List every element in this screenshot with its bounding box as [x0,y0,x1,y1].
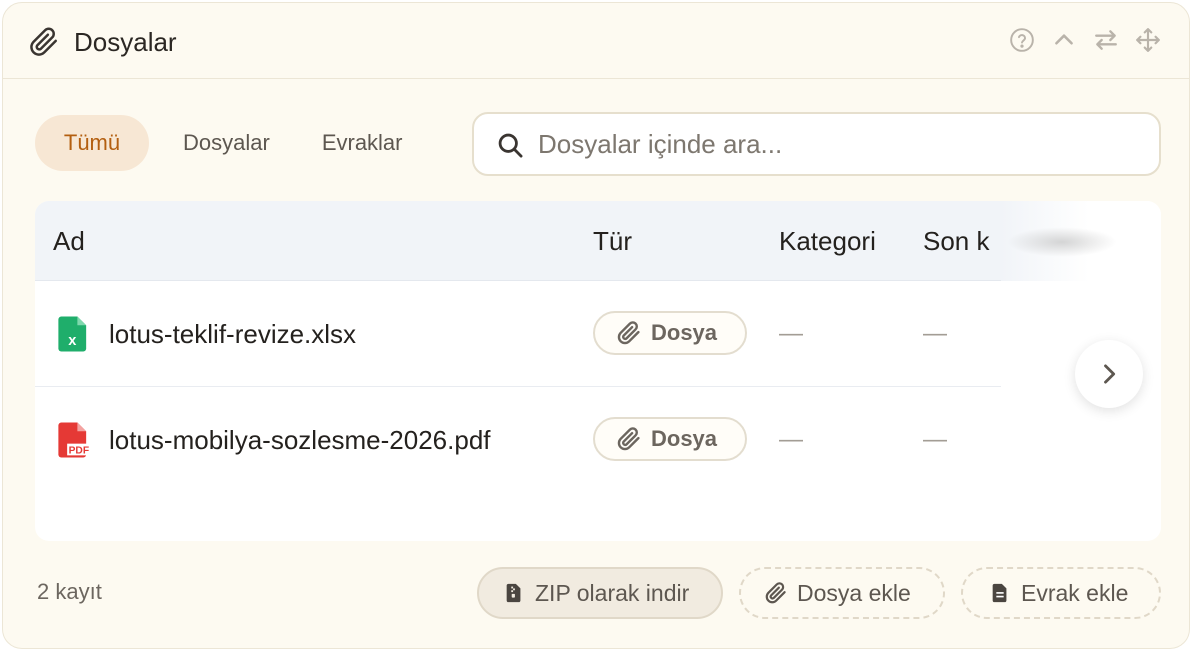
zip-file-icon [506,583,521,603]
paperclip-icon [30,27,57,56]
help-icon [1010,28,1034,52]
help-button[interactable] [1009,27,1035,53]
zip-download-label: ZIP olarak indir [535,579,690,606]
document-icon [992,583,1007,603]
chevron-up-icon [1055,34,1073,45]
scroll-right-button[interactable] [1075,340,1143,408]
svg-text:x: x [68,333,77,349]
paperclip-icon [765,582,786,604]
category-cell: — [779,426,803,453]
tab-documents[interactable]: Evraklar [298,115,427,171]
panel-title: Dosyalar [74,27,177,57]
type-badge-label: Dosya [651,426,718,451]
add-document-label: Evrak ekle [1021,579,1129,606]
type-badge: Dosya [593,417,747,461]
file-name[interactable]: lotus-teklif-revize.xlsx [109,281,356,387]
tab-all[interactable]: Tümü [35,115,149,171]
collapse-button[interactable] [1051,27,1077,53]
column-header-category[interactable]: Kategori [779,201,876,281]
blurred-column-header [1007,227,1117,257]
move-icon [1136,28,1160,52]
search-icon [498,133,523,158]
zip-download-button[interactable]: ZIP olarak indir [477,567,723,619]
last-modified-cell: — [923,426,947,453]
type-badge: Dosya [593,311,747,355]
record-count: 2 kayıt [37,579,102,604]
paperclip-icon [617,321,640,345]
swap-icon [1095,30,1117,50]
type-badge-label: Dosya [651,320,718,345]
files-table: Ad Tür Kategori Son k x lotus-teklif-rev… [35,201,1161,541]
header-tools [1009,27,1161,53]
add-file-button[interactable]: Dosya ekle [739,567,945,619]
table-row[interactable]: PDF lotus-mobilya-sozlesme-2026.pdf Dosy… [35,387,1001,493]
add-file-label: Dosya ekle [797,579,911,606]
table-row[interactable]: x lotus-teklif-revize.xlsx Dosya — — [35,281,1001,387]
excel-file-icon: x [58,316,87,352]
svg-text:PDF: PDF [69,446,89,457]
column-header-type[interactable]: Tür [593,201,632,281]
filter-tabs: Tümü Dosyalar Evraklar [35,115,427,171]
pdf-file-icon: PDF [58,422,91,458]
paperclip-icon [617,427,640,451]
table-header: Ad Tür Kategori Son k [35,201,1001,281]
tab-files[interactable]: Dosyalar [159,115,294,171]
search-box [472,112,1161,176]
file-name[interactable]: lotus-mobilya-sozlesme-2026.pdf [109,387,491,493]
chevron-right-icon [1104,364,1116,384]
swap-button[interactable] [1093,27,1119,53]
panel-header: Dosyalar [3,3,1189,79]
move-handle[interactable] [1135,27,1161,53]
add-document-button[interactable]: Evrak ekle [961,567,1161,619]
category-cell: — [779,320,803,347]
search-input[interactable] [538,114,1138,174]
last-modified-cell: — [923,320,947,347]
files-panel: Dosyalar Tümü Dosyalar Evraklar Dosyalar… [2,2,1190,649]
column-header-name[interactable]: Ad [53,201,85,281]
column-header-last-modified[interactable]: Son k [923,201,990,281]
